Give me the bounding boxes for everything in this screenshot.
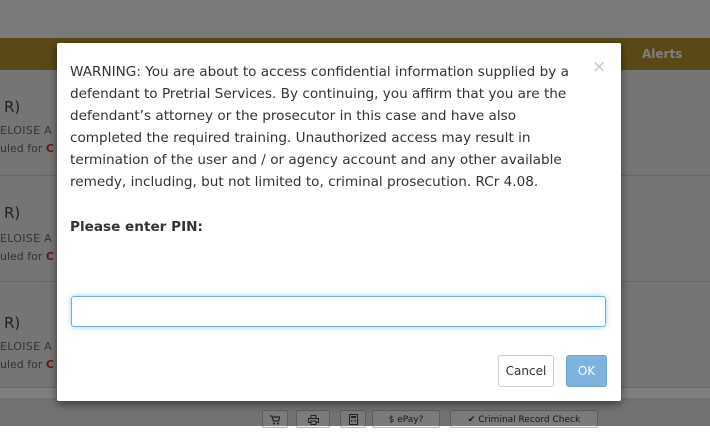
ok-button[interactable]: OK: [566, 355, 607, 387]
cancel-button[interactable]: Cancel: [498, 355, 554, 387]
pin-input[interactable]: [71, 296, 606, 327]
close-icon[interactable]: ×: [592, 57, 606, 77]
confidentiality-warning: WARNING: You are about to access confide…: [70, 64, 569, 190]
pin-dialog: × WARNING: You are about to access confi…: [57, 43, 621, 401]
pin-label: Please enter PIN:: [70, 219, 203, 235]
